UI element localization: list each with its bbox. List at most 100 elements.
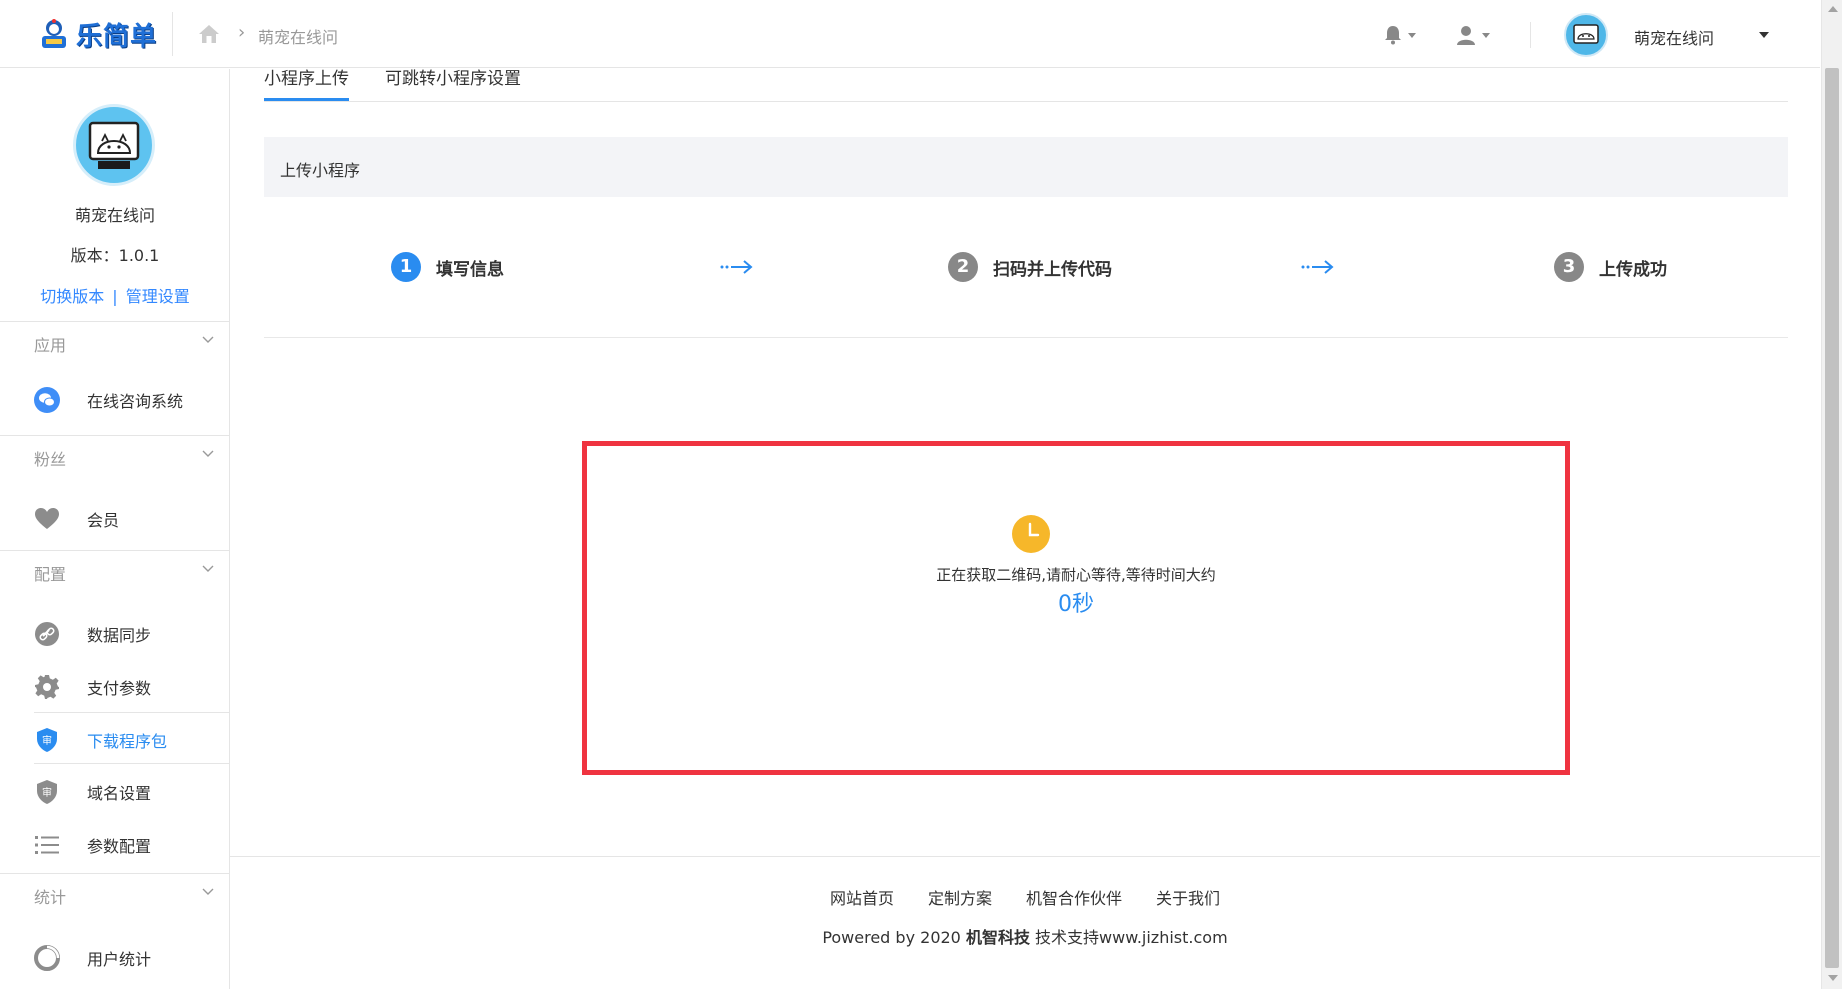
logo-mascot-icon bbox=[42, 19, 66, 48]
wait-seconds: 0 bbox=[1057, 592, 1072, 617]
breadcrumb[interactable]: 萌宠在线问 bbox=[258, 24, 338, 48]
footer-link-custom[interactable]: 定制方案 bbox=[928, 889, 992, 908]
footer-link-partners[interactable]: 机智合作伙伴 bbox=[1026, 889, 1122, 908]
group-title: 配置 bbox=[34, 565, 67, 584]
clock-icon bbox=[1012, 515, 1050, 553]
app-avatar bbox=[73, 104, 155, 186]
sidebar-item-param-config[interactable]: 参数配置 bbox=[0, 818, 230, 870]
app-version: 版本：1.0.1 bbox=[70, 246, 160, 265]
breadcrumb-chevron-icon: › bbox=[238, 22, 246, 43]
top-header: 乐简单 › 萌宠在线问 萌宠在线问 bbox=[0, 0, 1820, 68]
tab-miniprogram-upload[interactable]: 小程序上传 bbox=[264, 64, 349, 101]
chevron-down-icon bbox=[202, 450, 214, 457]
pie-icon bbox=[34, 945, 60, 971]
sidebar-item-label: 在线咨询系统 bbox=[87, 392, 184, 411]
sidebar-group-apps[interactable]: 应用 bbox=[0, 321, 230, 357]
chevron-down-icon bbox=[1408, 32, 1416, 38]
wechat-icon bbox=[34, 387, 60, 413]
steps-divider bbox=[264, 337, 1788, 338]
chevron-down-icon[interactable] bbox=[1759, 32, 1769, 38]
logo[interactable]: 乐简单 bbox=[36, 16, 157, 52]
sidebar-item-label: 会员 bbox=[87, 511, 120, 530]
heart-icon bbox=[35, 508, 59, 529]
group-title: 统计 bbox=[34, 888, 67, 907]
app-window: 乐简单 › 萌宠在线问 萌宠在线问 萌宠在线问 版本：1.0.1 切换版本 | … bbox=[0, 0, 1842, 989]
step-number: 3 bbox=[1554, 252, 1584, 282]
logo-text: 乐简单 bbox=[76, 21, 158, 52]
copyright-prefix: Powered by 2020 bbox=[822, 928, 966, 947]
chevron-down-icon bbox=[202, 565, 214, 572]
sidebar-item-label: 支付参数 bbox=[87, 679, 152, 698]
tab-bar: 小程序上传 可跳转小程序设置 bbox=[264, 60, 1788, 102]
step-number: 1 bbox=[391, 252, 421, 282]
shield-icon: 审 bbox=[37, 780, 57, 804]
user-icon bbox=[1457, 26, 1475, 45]
page-scrollbar[interactable] bbox=[1821, 0, 1842, 989]
company-name: 机智科技 bbox=[965, 928, 1030, 947]
svg-text:审: 审 bbox=[42, 786, 52, 799]
footer-copyright: Powered by 2020 机智科技 技术支持www.jizhist.com bbox=[230, 924, 1820, 948]
chevron-down-icon bbox=[202, 336, 214, 343]
link-separator: | bbox=[112, 287, 118, 306]
shield-icon: 审 bbox=[37, 728, 57, 752]
sidebar-item-label: 下载程序包 bbox=[87, 732, 168, 751]
step-scan-upload: 2 扫码并上传代码 bbox=[948, 252, 1112, 282]
group-title: 粉丝 bbox=[34, 450, 67, 469]
user-menu-dropdown[interactable] bbox=[1456, 24, 1496, 46]
wait-message: 正在获取二维码,请耐心等待,等待时间大约 bbox=[936, 566, 1216, 584]
sidebar-item-label: 参数配置 bbox=[87, 837, 152, 856]
sidebar-item-members[interactable]: 会员 bbox=[0, 492, 230, 544]
sidebar-group-config[interactable]: 配置 bbox=[0, 550, 230, 586]
sidebar-item-domain-settings[interactable]: 审 域名设置 bbox=[0, 765, 230, 817]
qrcode-wait-panel: 正在获取二维码,请耐心等待,等待时间大约 0秒 bbox=[582, 441, 1570, 775]
gear-icon bbox=[35, 675, 59, 699]
switch-version-link[interactable]: 切换版本 bbox=[40, 287, 104, 306]
app-name: 萌宠在线问 bbox=[74, 206, 155, 225]
step-upload-success: 3 上传成功 bbox=[1554, 252, 1667, 282]
scroll-thumb[interactable] bbox=[1825, 68, 1839, 968]
chevron-down-icon bbox=[1482, 32, 1490, 38]
step-label: 填写信息 bbox=[436, 259, 504, 280]
step-label: 扫码并上传代码 bbox=[993, 259, 1112, 280]
chevron-down-icon bbox=[202, 888, 214, 895]
home-icon[interactable] bbox=[197, 23, 221, 45]
tab-jump-miniprogram-settings[interactable]: 可跳转小程序设置 bbox=[385, 64, 521, 101]
header-divider bbox=[1530, 22, 1531, 48]
sidebar-item-label: 数据同步 bbox=[87, 626, 152, 645]
footer-link-about[interactable]: 关于我们 bbox=[1156, 889, 1220, 908]
sidebar-group-stats[interactable]: 统计 bbox=[0, 873, 230, 909]
arrow-right-icon bbox=[1301, 260, 1334, 274]
group-title: 应用 bbox=[34, 336, 67, 355]
footer-links: 网站首页 定制方案 机智合作伙伴 关于我们 bbox=[230, 885, 1820, 909]
avatar[interactable] bbox=[1564, 13, 1608, 57]
sidebar-item-download-package[interactable]: 审 下载程序包 bbox=[34, 712, 230, 764]
bell-icon bbox=[1385, 26, 1401, 45]
username[interactable]: 萌宠在线问 bbox=[1634, 25, 1714, 49]
arrow-right-icon bbox=[720, 260, 753, 274]
upload-steps: 1 填写信息 2 扫码并上传代码 3 上传成功 bbox=[264, 225, 1788, 305]
sidebar-group-fans[interactable]: 粉丝 bbox=[0, 435, 230, 471]
header-divider bbox=[172, 12, 173, 56]
link-icon bbox=[35, 622, 59, 646]
sidebar-item-label: 域名设置 bbox=[87, 784, 152, 803]
sidebar-item-user-stats[interactable]: 用户统计 bbox=[0, 931, 230, 983]
wait-unit: 秒 bbox=[1071, 592, 1094, 617]
cat-avatar-icon bbox=[1573, 24, 1599, 44]
sidebar-item-data-sync[interactable]: 数据同步 bbox=[0, 607, 230, 659]
list-icon bbox=[35, 836, 59, 854]
footer: 网站首页 定制方案 机智合作伙伴 关于我们 Powered by 2020 机智科技 … bbox=[230, 856, 1820, 989]
sidebar-item-payment-params[interactable]: 支付参数 bbox=[0, 660, 230, 712]
sidebar-links: 切换版本 | 管理设置 bbox=[0, 283, 230, 307]
scroll-up-arrow-icon[interactable] bbox=[1828, 6, 1838, 12]
sidebar: 萌宠在线问 版本：1.0.1 切换版本 | 管理设置 应用 在线咨询系统 粉丝 bbox=[0, 69, 230, 989]
copyright-suffix: 技术支持www.jizhist.com bbox=[1029, 928, 1228, 947]
footer-link-home[interactable]: 网站首页 bbox=[830, 889, 894, 908]
cat-avatar-icon bbox=[88, 121, 140, 169]
wait-time: 0秒 bbox=[587, 586, 1565, 618]
manage-settings-link[interactable]: 管理设置 bbox=[126, 287, 190, 306]
sidebar-item-online-consult[interactable]: 在线咨询系统 bbox=[0, 373, 230, 425]
step-number: 2 bbox=[948, 252, 978, 282]
scroll-down-arrow-icon[interactable] bbox=[1828, 975, 1838, 981]
notifications-dropdown[interactable] bbox=[1384, 24, 1424, 46]
panel-header: 上传小程序 bbox=[264, 137, 1788, 197]
